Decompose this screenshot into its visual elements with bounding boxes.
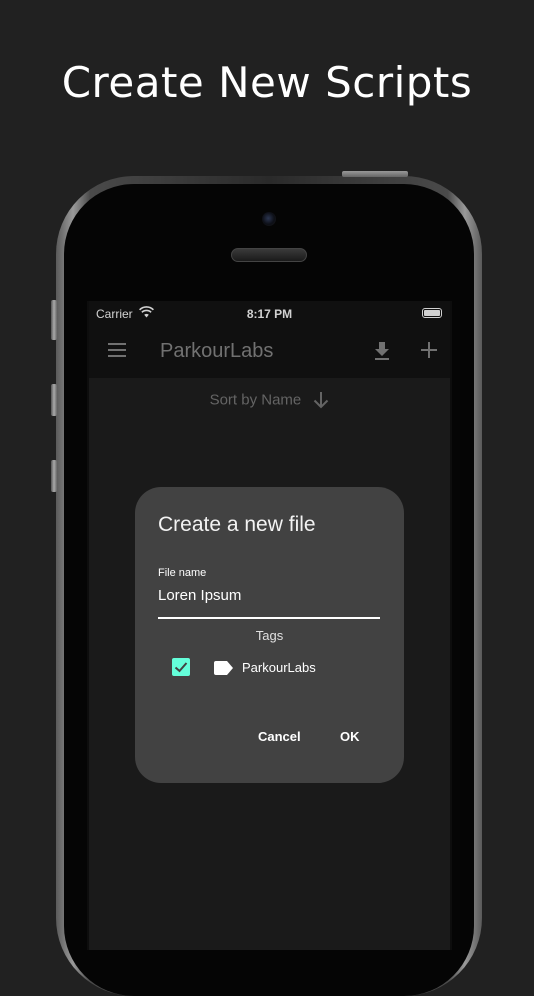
earpiece-speaker xyxy=(231,248,307,262)
file-name-label: File name xyxy=(158,567,207,579)
dialog-title: Create a new file xyxy=(158,513,316,536)
tag-checkbox[interactable] xyxy=(172,658,190,676)
volume-up-button xyxy=(51,384,57,416)
file-name-input[interactable]: Loren Ipsum xyxy=(158,587,380,619)
ok-button[interactable]: OK xyxy=(340,729,360,744)
power-button xyxy=(342,171,408,177)
check-icon xyxy=(174,662,188,673)
cancel-button[interactable]: Cancel xyxy=(258,729,301,744)
create-file-dialog: Create a new file File name Loren Ipsum … xyxy=(135,487,404,783)
front-camera xyxy=(262,212,276,226)
tag-name: ParkourLabs xyxy=(242,660,316,675)
volume-down-button xyxy=(51,460,57,492)
promo-headline: Create New Scripts xyxy=(61,58,473,107)
tag-icon xyxy=(214,661,233,675)
tags-label: Tags xyxy=(255,628,284,643)
mute-switch xyxy=(51,300,57,340)
